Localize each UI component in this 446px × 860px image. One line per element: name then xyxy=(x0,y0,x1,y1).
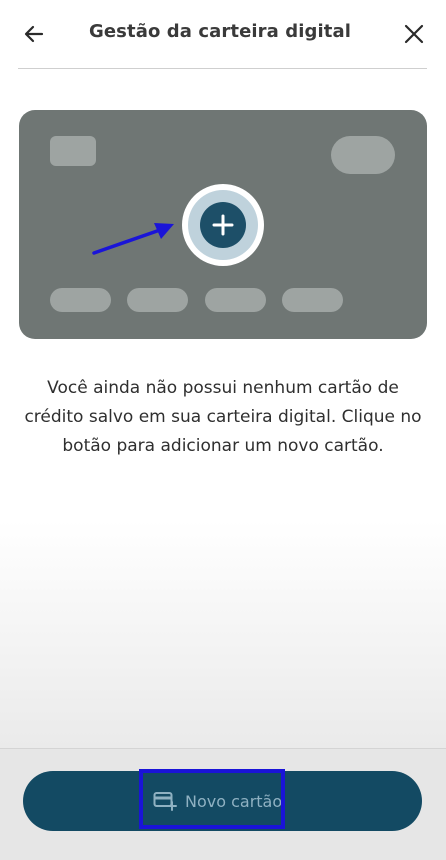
arrow-left-icon xyxy=(24,25,44,43)
app-header: Gestão da carteira digital xyxy=(0,0,446,68)
footer-bar: Novo cartão xyxy=(0,748,446,860)
card-logo-placeholder xyxy=(331,136,395,174)
annotation-arrow-icon xyxy=(92,223,174,255)
card-number-block xyxy=(50,288,111,312)
plus-icon xyxy=(212,214,234,236)
add-card-button-ring xyxy=(188,190,258,260)
empty-state-message: Você ainda não possui nenhum cartão de c… xyxy=(24,378,422,456)
annotation-highlight-box xyxy=(139,769,285,829)
card-number-block xyxy=(205,288,266,312)
card-chip-placeholder xyxy=(50,136,96,166)
close-button[interactable] xyxy=(398,18,430,50)
add-card-button-core xyxy=(200,202,246,248)
header-divider xyxy=(18,68,427,69)
add-card-button[interactable] xyxy=(182,184,264,266)
close-icon xyxy=(404,24,424,44)
card-number-block xyxy=(127,288,188,312)
back-button[interactable] xyxy=(18,18,50,50)
new-card-button[interactable]: Novo cartão xyxy=(23,769,422,831)
page-title: Gestão da carteira digital xyxy=(89,21,351,42)
card-number-block xyxy=(282,288,343,312)
card-illustration xyxy=(19,110,427,339)
